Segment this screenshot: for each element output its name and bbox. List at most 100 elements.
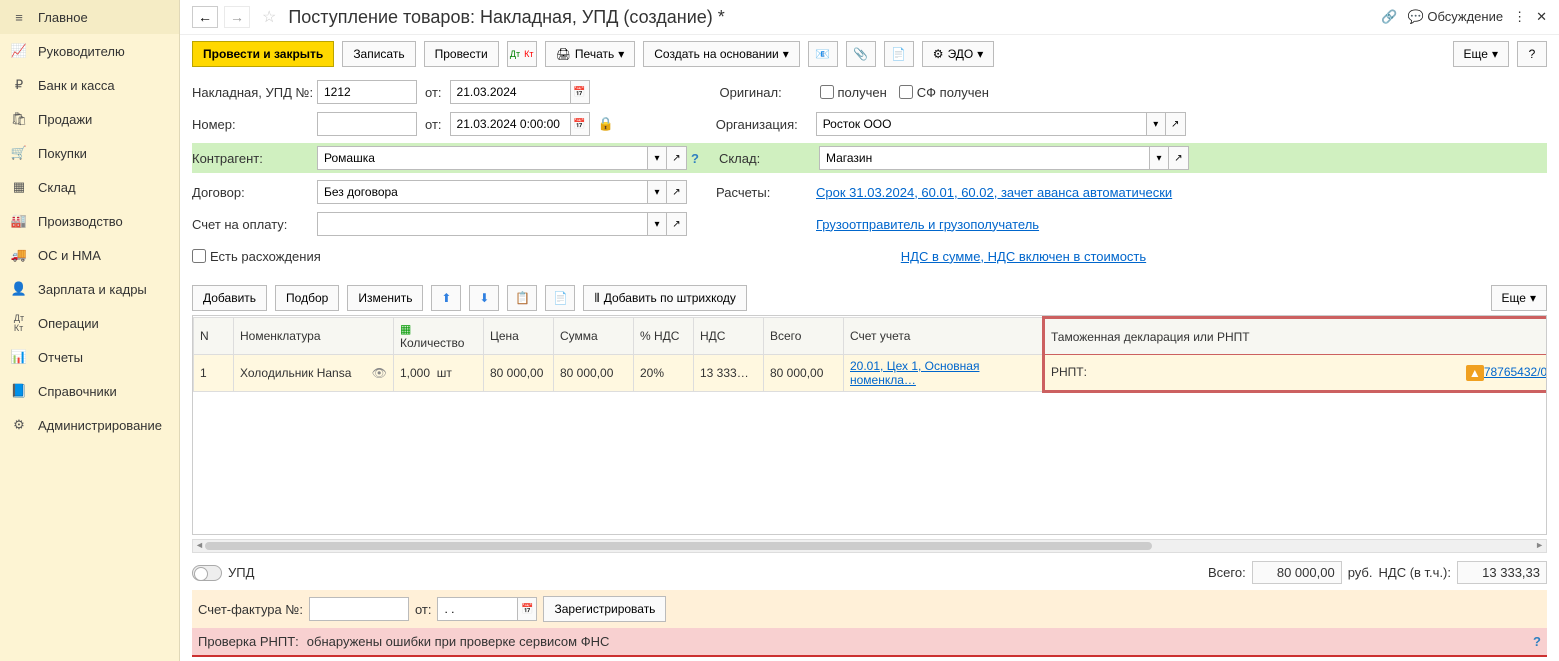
open-icon[interactable]: ↗ <box>1166 112 1186 136</box>
edit-button[interactable]: Изменить <box>347 285 423 311</box>
create-based-button[interactable]: Создать на основании ▾ <box>643 41 800 67</box>
paste-button[interactable]: 📄 <box>545 285 575 311</box>
sklad-input[interactable] <box>819 146 1149 170</box>
org-input[interactable] <box>816 112 1146 136</box>
sklad-label: Склад: <box>719 151 819 166</box>
sidebar-item-sales[interactable]: 🛍Продажи <box>0 102 179 136</box>
discuss-button[interactable]: 💬 Обсуждение <box>1408 9 1504 25</box>
sidebar-item-payroll[interactable]: 👤Зарплата и кадры <box>0 272 179 306</box>
open-icon[interactable]: ↗ <box>667 180 687 204</box>
sf-received-checkbox[interactable]: СФ получен <box>899 85 989 100</box>
link-icon[interactable]: 🔗 <box>1381 9 1397 25</box>
close-icon[interactable]: ✕ <box>1536 9 1547 25</box>
date1-input[interactable] <box>450 80 570 104</box>
col-price[interactable]: Цена <box>484 318 554 355</box>
raschet-link[interactable]: Срок 31.03.2024, 60.01, 60.02, зачет ава… <box>816 185 1172 200</box>
sidebar-item-operations[interactable]: ДтКтОперации <box>0 306 179 340</box>
open-icon[interactable]: ↗ <box>1169 146 1189 170</box>
envelope-icon-button[interactable]: 📧 <box>808 41 838 67</box>
lock-icon[interactable]: 🔒 <box>598 116 614 132</box>
dtkt-icon-button[interactable]: ДтКт <box>507 41 537 67</box>
register-button[interactable]: Зарегистрировать <box>543 596 666 622</box>
sidebar-item-purchases[interactable]: 🛒Покупки <box>0 136 179 170</box>
account-link[interactable]: 20.01, Цех 1, Основная номенкла… <box>850 359 979 387</box>
dogovor-label: Договор: <box>192 185 317 200</box>
sidebar-item-warehouse[interactable]: ▦Склад <box>0 170 179 204</box>
move-up-button[interactable]: ⬆ <box>431 285 461 311</box>
warning-icon[interactable]: ▲ <box>1466 365 1484 381</box>
rnpt-link[interactable]: 78765432/030324/8976453/990 <box>1484 365 1547 379</box>
more-icon[interactable]: ⋮ <box>1513 9 1526 25</box>
calendar-icon[interactable]: 📅 <box>570 112 590 136</box>
discrepancy-checkbox[interactable]: Есть расхождения <box>192 249 321 264</box>
col-total[interactable]: Всего <box>764 318 844 355</box>
doc-icon-button[interactable]: 📄 <box>884 41 914 67</box>
form-area: Накладная, УПД №: от: 📅 Оригинал: получе… <box>180 73 1559 281</box>
number-input[interactable] <box>317 112 417 136</box>
col-nomen[interactable]: Номенклатура <box>234 318 394 355</box>
bag-icon: 🛍 <box>10 110 28 128</box>
open-icon[interactable]: ↗ <box>667 146 687 170</box>
nakl-no-input[interactable] <box>317 80 417 104</box>
open-icon[interactable]: ↗ <box>667 212 687 236</box>
upd-toggle[interactable] <box>192 565 222 581</box>
sidebar-item-admin[interactable]: ⚙Администрирование <box>0 408 179 442</box>
help-icon[interactable]: ? <box>1533 634 1541 649</box>
sidebar-item-main[interactable]: ≡Главное <box>0 0 179 34</box>
dropdown-icon[interactable]: ▾ <box>1149 146 1169 170</box>
contragent-input[interactable] <box>317 146 647 170</box>
sf-no-input[interactable] <box>309 597 409 621</box>
pick-button[interactable]: Подбор <box>275 285 339 311</box>
help-icon[interactable]: ? <box>691 151 699 166</box>
star-icon[interactable]: ☆ <box>262 7 276 27</box>
calendar-icon[interactable]: 📅 <box>570 80 590 104</box>
chart-up-icon: 📈 <box>10 42 28 60</box>
col-n[interactable]: N <box>194 318 234 355</box>
col-qty[interactable]: ▦ Количество <box>394 318 484 355</box>
sidebar-item-reports[interactable]: 📊Отчеты <box>0 340 179 374</box>
post-button[interactable]: Провести <box>424 41 499 67</box>
horizontal-scrollbar[interactable] <box>192 539 1547 553</box>
schet-oplata-input[interactable] <box>317 212 647 236</box>
gruz-link[interactable]: Грузоотправитель и грузополучатель <box>816 217 1039 232</box>
col-account[interactable]: Счет учета <box>844 318 1044 355</box>
copy-button[interactable]: 📋 <box>507 285 537 311</box>
more-button[interactable]: Еще ▾ <box>1453 41 1509 67</box>
attach-icon-button[interactable]: 📎 <box>846 41 876 67</box>
save-button[interactable]: Записать <box>342 41 415 67</box>
col-sum[interactable]: Сумма <box>554 318 634 355</box>
edo-button[interactable]: ⚙ ЭДО ▾ <box>922 41 994 67</box>
add-row-button[interactable]: Добавить <box>192 285 267 311</box>
sidebar-item-production[interactable]: 🏭Производство <box>0 204 179 238</box>
print-button[interactable]: 🖨 Печать ▾ <box>545 41 636 67</box>
sidebar-item-assets[interactable]: 🚚ОС и НМА <box>0 238 179 272</box>
dropdown-icon[interactable]: ▾ <box>647 212 667 236</box>
dogovor-input[interactable] <box>317 180 647 204</box>
currency-label: руб. <box>1348 565 1373 580</box>
calendar-icon[interactable]: 📅 <box>517 597 537 621</box>
sidebar-item-bank[interactable]: ₽Банк и касса <box>0 68 179 102</box>
nav-back-button[interactable]: ← <box>192 6 218 28</box>
dropdown-icon[interactable]: ▾ <box>1146 112 1166 136</box>
nav-forward-button[interactable]: → <box>224 6 250 28</box>
sidebar-item-manager[interactable]: 📈Руководителю <box>0 34 179 68</box>
table-row[interactable]: 1 Холодильник Hansa 👁 1,000 шт 80 000,00… <box>194 355 1548 392</box>
move-down-button[interactable]: ⬇ <box>469 285 499 311</box>
col-customs[interactable]: Таможенная декларация или РНПТ <box>1044 318 1548 355</box>
eye-icon[interactable]: 👁 <box>372 366 387 380</box>
footer-area: УПД Всего: 80 000,00 руб. НДС (в т.ч.): … <box>180 557 1559 661</box>
sidebar-item-catalogs[interactable]: 📘Справочники <box>0 374 179 408</box>
number-label: Номер: <box>192 117 317 132</box>
col-vatpct[interactable]: % НДС <box>634 318 694 355</box>
post-close-button[interactable]: Провести и закрыть <box>192 41 334 67</box>
table-more-button[interactable]: Еще ▾ <box>1491 285 1547 311</box>
add-barcode-button[interactable]: ⦀ Добавить по штрихкоду <box>583 285 746 311</box>
dropdown-icon[interactable]: ▾ <box>647 146 667 170</box>
date2-input[interactable] <box>450 112 570 136</box>
col-vat[interactable]: НДС <box>694 318 764 355</box>
received-checkbox[interactable]: получен <box>820 85 887 100</box>
dropdown-icon[interactable]: ▾ <box>647 180 667 204</box>
nds-link[interactable]: НДС в сумме, НДС включен в стоимость <box>901 249 1146 264</box>
help-button[interactable]: ? <box>1517 41 1547 67</box>
sf-date-input[interactable] <box>437 597 517 621</box>
